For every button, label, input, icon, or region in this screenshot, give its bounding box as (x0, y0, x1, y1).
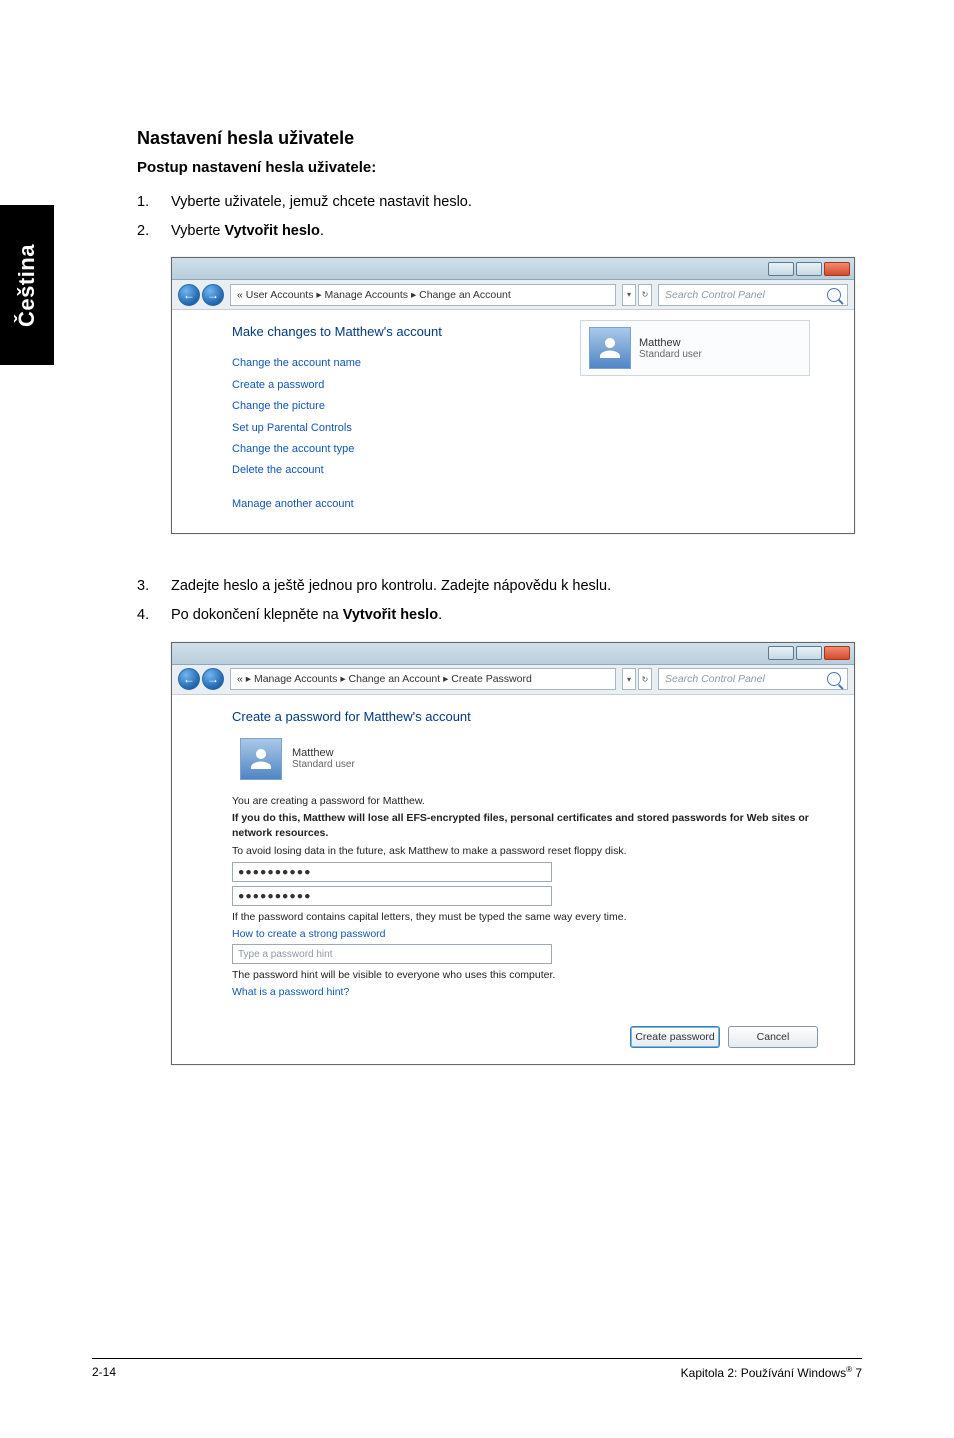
breadcrumb-dropdown[interactable]: ▾ (622, 284, 636, 306)
cancel-button[interactable]: Cancel (728, 1026, 818, 1048)
link-create-password[interactable]: Create a password (232, 375, 830, 396)
link-manage-another[interactable]: Manage another account (232, 494, 830, 515)
step-number: 4. (137, 603, 171, 628)
account-card: Matthew Standard user (580, 320, 810, 376)
step-text: Zadejte heslo a ještě jednou pro kontrol… (171, 574, 877, 599)
step-number: 2. (137, 219, 171, 244)
refresh-button[interactable]: ↻ (638, 284, 652, 306)
refresh-button[interactable]: ↻ (638, 668, 652, 690)
create-password-button[interactable]: Create password (630, 1026, 720, 1048)
step-text-bold: Vytvořit heslo (343, 607, 438, 623)
heading-main: Nastavení hesla uživatele (137, 128, 877, 149)
screenshot-create-password: ← → « ▸ Manage Accounts ▸ Change an Acco… (171, 642, 855, 1065)
window-controls (768, 262, 850, 276)
breadcrumb[interactable]: « User Accounts ▸ Manage Accounts ▸ Chan… (230, 284, 616, 306)
maximize-button[interactable] (796, 262, 822, 276)
avatar (589, 327, 631, 369)
step-text-suffix: . (438, 607, 442, 623)
account-links: Change the account name Create a passwor… (232, 353, 830, 515)
breadcrumb-dropdown[interactable]: ▾ (622, 668, 636, 690)
steps-list-continued: 3. Zadejte heslo a ještě jednou pro kont… (137, 574, 877, 627)
close-button[interactable] (824, 646, 850, 660)
search-icon (827, 288, 841, 302)
heading-sub: Postup nastavení hesla uživatele: (137, 159, 877, 176)
language-tab: Čeština (0, 205, 54, 365)
steps-list: 1. Vyberte uživatele, jemuž chcete nasta… (137, 190, 877, 243)
user-icon (595, 333, 625, 363)
step-text-prefix: Vyberte (171, 223, 224, 239)
strong-password-link[interactable]: How to create a strong password (232, 928, 818, 940)
page-content: Nastavení hesla uživatele Postup nastave… (137, 128, 877, 1105)
window-titlebar (172, 258, 854, 280)
caps-note: If the password contains capital letters… (232, 910, 818, 925)
link-delete-account[interactable]: Delete the account (232, 460, 830, 481)
hint-visible-note: The password hint will be visible to eve… (232, 968, 818, 983)
step-number: 3. (137, 574, 171, 599)
maximize-button[interactable] (796, 646, 822, 660)
search-placeholder: Search Control Panel (665, 289, 765, 301)
what-is-hint-link[interactable]: What is a password hint? (232, 986, 818, 998)
password-field[interactable]: ●●●●●●●●●● (232, 862, 552, 882)
page-footer: 2-14 Kapitola 2: Používání Windows® 7 (92, 1358, 862, 1380)
step-text-prefix: Po dokončení klepněte na (171, 607, 343, 623)
step-text: Po dokončení klepněte na Vytvořit heslo. (171, 603, 877, 628)
minimize-button[interactable] (768, 646, 794, 660)
chapter-suffix: 7 (852, 1366, 862, 1380)
panel-body: Create a password for Matthew's account … (172, 695, 854, 1016)
step-4: 4. Po dokončení klepněte na Vytvořit hes… (137, 603, 877, 628)
address-bar: ← → « User Accounts ▸ Manage Accounts ▸ … (172, 280, 854, 310)
panel-body: Matthew Standard user Make changes to Ma… (172, 310, 854, 533)
link-change-picture[interactable]: Change the picture (232, 396, 830, 417)
window-controls (768, 646, 850, 660)
password-hint-field[interactable]: Type a password hint (232, 944, 552, 964)
screenshot-change-account: ← → « User Accounts ▸ Manage Accounts ▸ … (171, 257, 855, 534)
user-icon (246, 744, 276, 774)
search-icon (827, 672, 841, 686)
link-change-type[interactable]: Change the account type (232, 439, 830, 460)
dialog-buttons: Create password Cancel (172, 1016, 854, 1064)
password-confirm-field[interactable]: ●●●●●●●●●● (232, 886, 552, 906)
minimize-button[interactable] (768, 262, 794, 276)
back-button[interactable]: ← (178, 668, 200, 690)
chapter-text: Kapitola 2: Používání Windows (681, 1366, 846, 1380)
chapter-label: Kapitola 2: Používání Windows® 7 (681, 1365, 862, 1380)
step-3: 3. Zadejte heslo a ještě jednou pro kont… (137, 574, 877, 599)
step-text-bold: Vytvořit heslo (224, 223, 319, 239)
forward-button[interactable]: → (202, 668, 224, 690)
step-text: Vyberte uživatele, jemuž chcete nastavit… (171, 190, 877, 215)
account-capsule: Matthew Standard user (240, 738, 818, 780)
back-button[interactable]: ← (178, 284, 200, 306)
search-placeholder: Search Control Panel (665, 673, 765, 685)
creating-label: You are creating a password for Matthew. (232, 794, 818, 809)
step-text-suffix: . (320, 223, 324, 239)
account-type: Standard user (292, 759, 355, 770)
page-number: 2-14 (92, 1365, 116, 1380)
address-bar: ← → « ▸ Manage Accounts ▸ Change an Acco… (172, 665, 854, 695)
step-1: 1. Vyberte uživatele, jemuž chcete nasta… (137, 190, 877, 215)
search-input[interactable]: Search Control Panel (658, 668, 848, 690)
window-titlebar (172, 643, 854, 665)
floppy-advice: To avoid losing data in the future, ask … (232, 844, 818, 859)
panel-title: Create a password for Matthew's account (232, 709, 818, 724)
close-button[interactable] (824, 262, 850, 276)
account-name: Matthew (292, 747, 355, 759)
efs-warning: If you do this, Matthew will lose all EF… (232, 811, 818, 840)
avatar (240, 738, 282, 780)
account-name: Matthew (639, 337, 702, 349)
step-2: 2. Vyberte Vytvořit heslo. (137, 219, 877, 244)
breadcrumb[interactable]: « ▸ Manage Accounts ▸ Change an Account … (230, 668, 616, 690)
step-number: 1. (137, 190, 171, 215)
forward-button[interactable]: → (202, 284, 224, 306)
language-label: Čeština (14, 244, 40, 327)
step-text: Vyberte Vytvořit heslo. (171, 219, 877, 244)
search-input[interactable]: Search Control Panel (658, 284, 848, 306)
link-parental-controls[interactable]: Set up Parental Controls (232, 418, 830, 439)
account-type: Standard user (639, 349, 702, 360)
